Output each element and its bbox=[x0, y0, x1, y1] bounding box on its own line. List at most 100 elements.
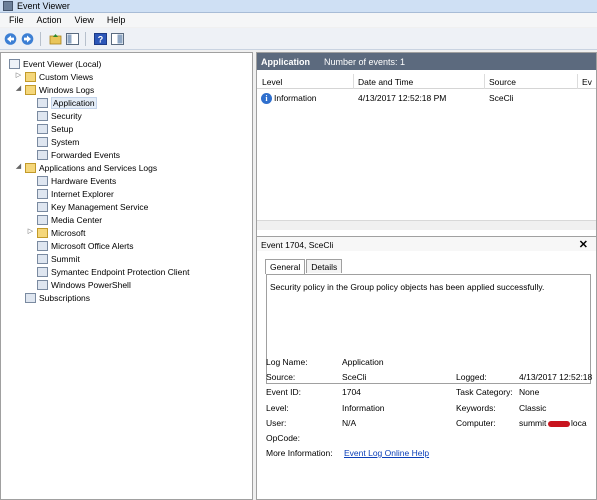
tree-label: Forwarded Events bbox=[51, 149, 120, 160]
log-icon bbox=[37, 110, 48, 121]
log-icon bbox=[37, 266, 48, 277]
title-bar: Event Viewer bbox=[0, 0, 597, 13]
label-opcode: OpCode: bbox=[266, 433, 301, 443]
label-source: Source: bbox=[266, 372, 296, 382]
tree-item-forwarded-events[interactable]: Forwarded Events bbox=[37, 148, 120, 161]
event-log-online-help-link[interactable]: Event Log Online Help bbox=[344, 448, 429, 458]
properties-icon[interactable] bbox=[110, 32, 124, 46]
tree-label: System bbox=[51, 136, 80, 147]
collapse-arrow-icon[interactable]: ◢ bbox=[15, 163, 22, 171]
collapse-arrow-icon[interactable]: ◢ bbox=[15, 85, 22, 93]
forward-arrow-icon[interactable] bbox=[20, 32, 34, 46]
log-icon bbox=[37, 97, 48, 108]
label-more-information: More Information: bbox=[266, 448, 333, 458]
back-arrow-icon[interactable] bbox=[3, 32, 17, 46]
value-logged: 4/13/2017 12:52:18 bbox=[519, 372, 593, 382]
event-viewer-icon bbox=[9, 58, 20, 69]
show-hide-tree-icon[interactable] bbox=[65, 32, 79, 46]
tree-item-microsoft[interactable]: ▷ Microsoft bbox=[28, 226, 86, 239]
label-computer: Computer: bbox=[456, 418, 496, 428]
subscriptions-icon bbox=[25, 292, 36, 303]
value-user: N/A bbox=[342, 418, 357, 428]
log-icon bbox=[37, 279, 48, 290]
tree-item-applications-and-services-logs[interactable]: ◢ Applications and Services Logs bbox=[16, 161, 158, 174]
label-event-id: Event ID: bbox=[266, 387, 301, 397]
value-keywords: Classic bbox=[519, 403, 547, 413]
tree-label: Hardware Events bbox=[51, 175, 117, 186]
log-icon bbox=[37, 123, 48, 134]
tree-item-event-viewer-local[interactable]: Event Viewer (Local) bbox=[9, 57, 101, 70]
log-icon bbox=[37, 136, 48, 147]
tree-label: Applications and Services Logs bbox=[39, 162, 158, 173]
tree-label: Symantec Endpoint Protection Client bbox=[51, 266, 190, 277]
tree-label: Microsoft bbox=[51, 227, 86, 238]
tree-item-system[interactable]: System bbox=[37, 135, 79, 148]
value-computer-start: summit bbox=[519, 418, 547, 428]
tree-item-security[interactable]: Security bbox=[37, 109, 82, 122]
tree-label: Key Management Service bbox=[51, 201, 149, 212]
value-log-name: Application bbox=[342, 357, 384, 367]
tree-item-media-center[interactable]: Media Center bbox=[37, 213, 102, 226]
tree-label: Event Viewer (Local) bbox=[23, 58, 102, 69]
toolbar-separator bbox=[40, 31, 41, 46]
label-task-category: Task Category: bbox=[456, 387, 513, 397]
menu-action[interactable]: Action bbox=[29, 15, 67, 25]
tree-label: Application bbox=[51, 96, 97, 109]
expand-arrow-icon[interactable]: ▷ bbox=[15, 72, 22, 80]
log-icon bbox=[37, 253, 48, 264]
value-event-id: 1704 bbox=[342, 387, 361, 397]
redaction-mark bbox=[548, 421, 570, 427]
up-folder-icon[interactable] bbox=[48, 32, 62, 46]
help-icon[interactable]: ? bbox=[93, 32, 107, 46]
menu-file[interactable]: File bbox=[0, 15, 29, 25]
label-user: User: bbox=[266, 418, 287, 428]
tree-item-hardware-events[interactable]: Hardware Events bbox=[37, 174, 116, 187]
value-source: SceCli bbox=[342, 372, 367, 382]
tree-item-symantec-endpoint-protection-client[interactable]: Symantec Endpoint Protection Client bbox=[37, 265, 189, 278]
expand-arrow-icon[interactable]: ▷ bbox=[27, 228, 34, 236]
folder-icon bbox=[25, 71, 36, 82]
navigation-tree[interactable]: Event Viewer (Local) ▷ Custom Views ◢ Wi… bbox=[0, 52, 253, 500]
menu-view[interactable]: View bbox=[67, 15, 99, 25]
window-title: Event Viewer bbox=[17, 1, 70, 11]
label-level: Level: bbox=[266, 403, 289, 413]
tree-item-windows-powershell[interactable]: Windows PowerShell bbox=[37, 278, 131, 291]
log-icon bbox=[37, 201, 48, 212]
tree-label: Subscriptions bbox=[39, 292, 91, 303]
log-pane: Application Number of events: 1 Level Da… bbox=[256, 52, 597, 500]
log-icon bbox=[37, 214, 48, 225]
tree-item-internet-explorer[interactable]: Internet Explorer bbox=[37, 187, 114, 200]
tree-item-key-management-service[interactable]: Key Management Service bbox=[37, 200, 148, 213]
toolbar-separator bbox=[85, 31, 86, 46]
log-icon bbox=[37, 175, 48, 186]
tree-item-microsoft-office-alerts[interactable]: Microsoft Office Alerts bbox=[37, 239, 134, 252]
folder-icon bbox=[37, 227, 48, 238]
tree-item-windows-logs[interactable]: ◢ Windows Logs bbox=[16, 83, 95, 96]
tree-label: Microsoft Office Alerts bbox=[51, 240, 134, 251]
log-icon bbox=[37, 240, 48, 251]
folder-icon bbox=[25, 84, 36, 95]
tree-label: Summit bbox=[51, 253, 80, 264]
tree-label: Windows Logs bbox=[39, 84, 95, 95]
svg-text:?: ? bbox=[97, 34, 103, 44]
log-icon bbox=[37, 188, 48, 199]
value-task-category: None bbox=[519, 387, 540, 397]
tree-item-summit[interactable]: Summit bbox=[37, 252, 80, 265]
tree-item-custom-views[interactable]: ▷ Custom Views bbox=[16, 70, 94, 83]
tree-label: Custom Views bbox=[39, 71, 94, 82]
tree-item-application[interactable]: Application bbox=[37, 96, 97, 109]
tree-label: Setup bbox=[51, 123, 74, 134]
toolbar: ? bbox=[0, 28, 597, 50]
tree-item-subscriptions[interactable]: Subscriptions bbox=[25, 291, 90, 304]
value-level: Information bbox=[342, 403, 385, 413]
tree-label: Internet Explorer bbox=[51, 188, 114, 199]
menu-bar: File Action View Help bbox=[0, 13, 597, 27]
folder-icon bbox=[25, 162, 36, 173]
tree-label: Windows PowerShell bbox=[51, 279, 131, 290]
menu-help[interactable]: Help bbox=[99, 15, 131, 25]
label-log-name: Log Name: bbox=[266, 357, 308, 367]
tree-label: Media Center bbox=[51, 214, 103, 225]
label-logged: Logged: bbox=[456, 372, 487, 382]
tree-item-setup[interactable]: Setup bbox=[37, 122, 73, 135]
tree-label: Security bbox=[51, 110, 82, 121]
